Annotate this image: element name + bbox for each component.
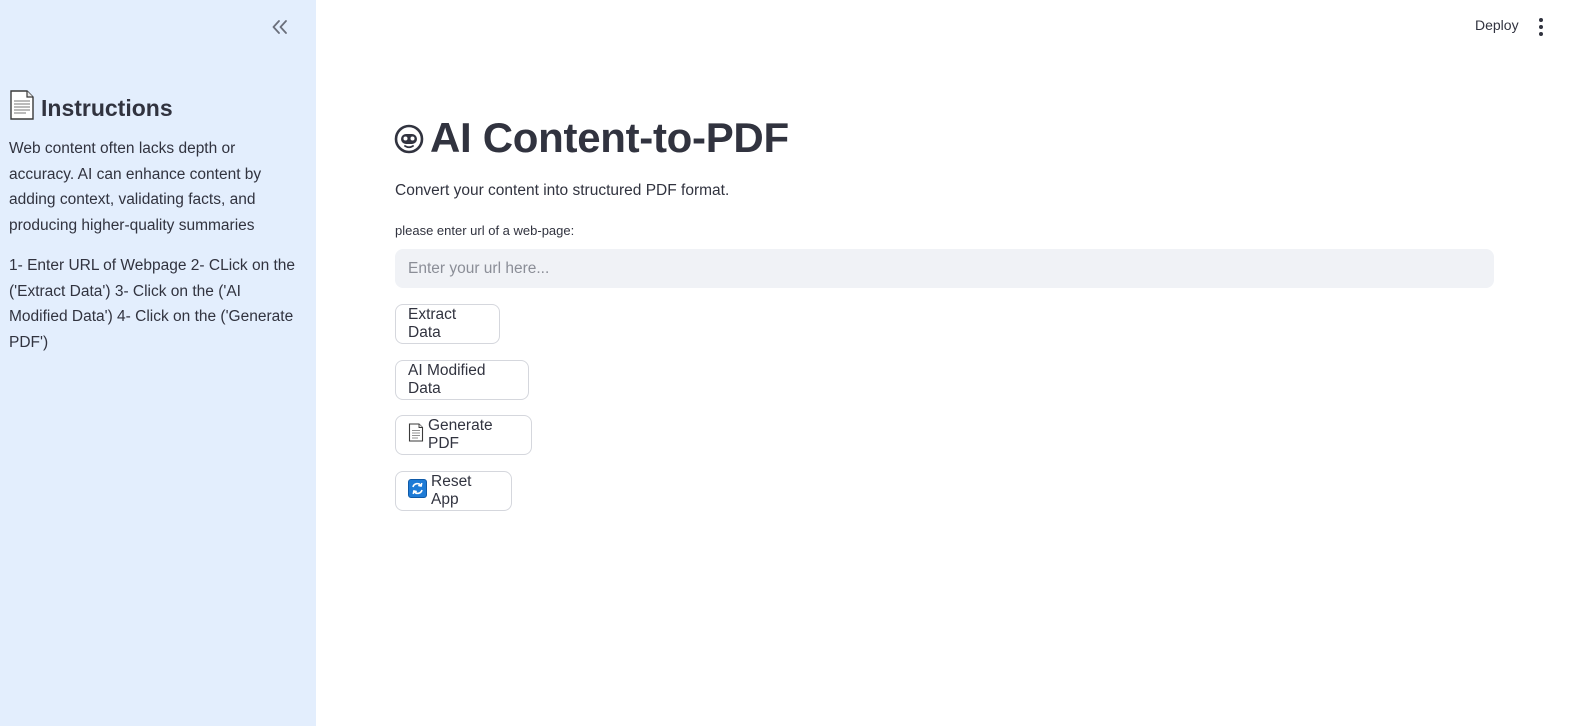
refresh-icon bbox=[408, 479, 427, 503]
sidebar-heading: Instructions bbox=[9, 90, 173, 126]
ai-modified-data-label: AI Modified Data bbox=[408, 362, 486, 397]
ai-modified-data-button[interactable]: AI Modified Data bbox=[395, 360, 529, 400]
generate-pdf-button[interactable]: Generate PDF bbox=[395, 415, 532, 455]
page-title-text: AI Content-to-PDF bbox=[430, 114, 789, 161]
document-icon bbox=[408, 423, 424, 447]
sidebar-heading-text: Instructions bbox=[41, 94, 173, 121]
url-input[interactable] bbox=[395, 249, 1494, 288]
reset-app-label: Reset App bbox=[431, 473, 472, 508]
page-title: AI Content-to-PDF bbox=[394, 112, 789, 164]
page-subtitle: Convert your content into structured PDF… bbox=[395, 182, 730, 199]
extract-data-label: Extract Data bbox=[408, 306, 457, 341]
document-icon bbox=[9, 90, 35, 126]
collapse-sidebar-button[interactable] bbox=[266, 14, 294, 40]
sidebar: Instructions Web content often lacks dep… bbox=[0, 0, 316, 726]
generate-pdf-label: Generate PDF bbox=[428, 417, 493, 452]
sidebar-description: Web content often lacks depth or accurac… bbox=[9, 140, 262, 234]
kebab-menu-icon[interactable] bbox=[1531, 15, 1551, 39]
app-root: Instructions Web content often lacks dep… bbox=[0, 0, 1584, 726]
deploy-button[interactable]: Deploy bbox=[1475, 17, 1519, 33]
url-field-label: please enter url of a web-page: bbox=[395, 223, 575, 238]
extract-data-button[interactable]: Extract Data bbox=[395, 304, 500, 344]
reset-app-button[interactable]: Reset App bbox=[395, 471, 512, 511]
sidebar-steps: 1- Enter URL of Webpage 2- CLick on the … bbox=[9, 257, 296, 351]
double-chevron-left-icon bbox=[272, 20, 287, 34]
robot-face-icon bbox=[394, 116, 424, 164]
